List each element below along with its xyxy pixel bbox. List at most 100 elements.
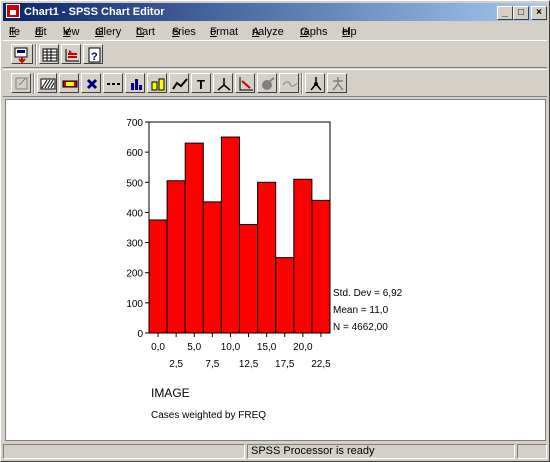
color-button[interactable] bbox=[59, 73, 79, 93]
explode-slice-icon bbox=[262, 77, 275, 90]
interpolation-icon bbox=[172, 78, 188, 90]
data-editor-icon bbox=[42, 48, 58, 62]
menu-file-label: ile bbox=[9, 26, 21, 38]
help-button[interactable]: ? bbox=[83, 44, 103, 64]
status-text: SPSS Processor is ready bbox=[247, 444, 515, 459]
point-id-button[interactable] bbox=[11, 73, 31, 93]
x-tick-label: 17,5 bbox=[275, 359, 295, 370]
text-icon: T bbox=[197, 77, 205, 92]
bar-3[interactable] bbox=[202, 201, 222, 334]
histogram-chart[interactable]: 0 100 200 300 400 500 600 700 0,0 5,0 10,0 15,0 20,0… bbox=[6, 100, 545, 440]
help-icon: ? bbox=[88, 47, 101, 63]
spss-chart-editor-window: Chart1 - SPSS Chart Editor _ □ × File Ed… bbox=[0, 0, 550, 462]
export-chart-button[interactable] bbox=[11, 44, 33, 64]
interpolation-button[interactable] bbox=[169, 73, 189, 93]
bar-label-button[interactable] bbox=[147, 73, 167, 93]
menu-edit-label: dit bbox=[35, 26, 47, 38]
maximize-button[interactable]: □ bbox=[513, 6, 529, 20]
y-tick-label: 700 bbox=[126, 118, 143, 129]
menu-analyze-label: nalyze bbox=[252, 26, 284, 38]
menu-series-label: eries bbox=[172, 26, 196, 38]
x-tick-label: 2,5 bbox=[169, 359, 183, 370]
spin-mode-icon bbox=[310, 77, 322, 91]
spin-mode-button[interactable] bbox=[305, 73, 325, 93]
y-tick-label: 0 bbox=[137, 329, 143, 340]
menu-graphs-label: raphs bbox=[300, 26, 328, 38]
break-line-icon bbox=[282, 81, 298, 87]
bar-style-button[interactable] bbox=[125, 73, 145, 93]
window-title: Chart1 - SPSS Chart Editor bbox=[24, 6, 165, 18]
chart-canvas[interactable]: 0 100 200 300 400 500 600 700 0,0 5,0 10,0 15,0 20,0… bbox=[5, 99, 546, 441]
stats-label: N = 4662,00 bbox=[333, 322, 388, 333]
y-tick-label: 300 bbox=[126, 239, 143, 250]
menu-chart-label: hart bbox=[136, 26, 155, 38]
x-tick-label: 10,0 bbox=[221, 342, 241, 353]
y-tick-label: 200 bbox=[126, 269, 143, 280]
bar-style-icon bbox=[131, 79, 142, 90]
bar-5[interactable] bbox=[239, 223, 259, 334]
minimize-button[interactable]: _ bbox=[497, 6, 513, 20]
close-button[interactable]: × bbox=[531, 6, 547, 20]
svg-text:T: T bbox=[197, 77, 205, 92]
text-button[interactable]: T bbox=[191, 73, 211, 93]
chart-footnote: Cases weighted by FREQ bbox=[151, 410, 266, 421]
toolbar-separator bbox=[301, 73, 303, 94]
bar-6[interactable] bbox=[257, 181, 277, 334]
swap-axes-button[interactable] bbox=[235, 73, 255, 93]
x-tick-label: 7,5 bbox=[205, 359, 219, 370]
bar-4[interactable] bbox=[220, 136, 240, 334]
menu-format-label: ormat bbox=[210, 26, 239, 38]
menu-gallery-label: allery bbox=[95, 26, 122, 38]
bar-8[interactable] bbox=[293, 178, 313, 334]
bar-7[interactable] bbox=[275, 257, 295, 334]
color-icon bbox=[62, 80, 78, 88]
bar-0[interactable] bbox=[148, 219, 168, 334]
menu-view-label: iew bbox=[63, 26, 80, 38]
y-tick-label: 600 bbox=[126, 148, 143, 159]
menu-bar: File Edit View Gallery Chart Series Form… bbox=[3, 22, 547, 39]
bar-9[interactable] bbox=[311, 199, 331, 334]
line-style-button[interactable] bbox=[103, 73, 123, 93]
goto-case-button[interactable] bbox=[61, 44, 81, 64]
x-tick-label: 12,5 bbox=[239, 359, 259, 370]
export-chart-icon bbox=[14, 47, 28, 64]
x-tick-label: 5,0 bbox=[187, 342, 201, 353]
swap-axes-icon bbox=[239, 77, 253, 91]
x-tick-label: 20,0 bbox=[293, 342, 313, 353]
toolbar-top: ? bbox=[3, 40, 547, 68]
x-tick-label: 15,0 bbox=[257, 342, 277, 353]
y-tick-label: 400 bbox=[126, 208, 143, 219]
spin-reset-button[interactable] bbox=[327, 73, 347, 93]
rotate-3d-button[interactable] bbox=[213, 73, 233, 93]
svg-text:?: ? bbox=[91, 51, 98, 63]
spin-reset-icon bbox=[332, 77, 344, 91]
line-style-icon bbox=[107, 83, 121, 85]
bar-label-icon bbox=[151, 78, 165, 91]
status-cell-empty bbox=[3, 444, 245, 459]
bar-1[interactable] bbox=[166, 180, 186, 334]
y-tick-label: 100 bbox=[126, 299, 143, 310]
marker-icon bbox=[86, 78, 98, 90]
status-bar: SPSS Processor is ready bbox=[3, 443, 547, 460]
fill-pattern-icon bbox=[40, 78, 56, 90]
rotate-3d-icon bbox=[217, 78, 231, 91]
toolbar-separator bbox=[35, 44, 37, 65]
toolbar-chart-tools: T bbox=[3, 69, 547, 97]
y-tick-label: 500 bbox=[126, 178, 143, 189]
goto-case-icon bbox=[65, 49, 79, 62]
x-tick-label: 22,5 bbox=[311, 359, 331, 370]
data-editor-button[interactable] bbox=[39, 44, 59, 64]
break-line-button[interactable] bbox=[279, 73, 299, 93]
title-bar[interactable]: Chart1 - SPSS Chart Editor _ □ × bbox=[3, 3, 547, 21]
point-id-icon bbox=[15, 77, 28, 90]
x-axis-title: IMAGE bbox=[151, 386, 190, 400]
stats-label: Mean = 11,0 bbox=[333, 305, 389, 316]
status-cell-right bbox=[517, 444, 547, 459]
bar-2[interactable] bbox=[184, 142, 204, 334]
spss-app-icon[interactable] bbox=[6, 4, 20, 18]
explode-slice-button[interactable] bbox=[257, 73, 277, 93]
fill-pattern-button[interactable] bbox=[37, 73, 57, 93]
marker-button[interactable] bbox=[81, 73, 101, 93]
toolbar-separator bbox=[33, 73, 35, 94]
stats-label: Std. Dev = 6,92 bbox=[333, 288, 403, 299]
